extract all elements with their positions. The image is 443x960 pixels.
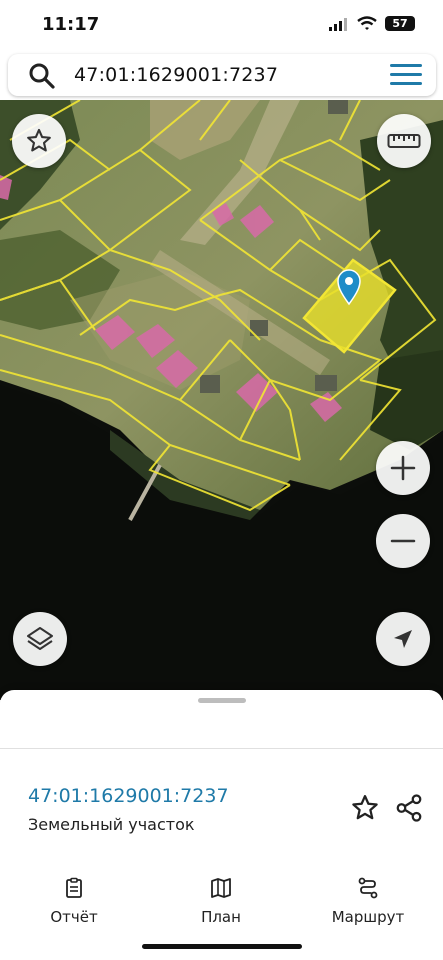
layers-icon (27, 627, 53, 650)
satellite-map[interactable] (0, 100, 443, 700)
tab-route[interactable]: Маршрут (308, 876, 428, 936)
layers-button[interactable] (13, 612, 67, 666)
tab-label: Отчёт (50, 908, 98, 926)
tab-label: План (201, 908, 241, 926)
measure-button[interactable] (377, 114, 431, 168)
zoom-out-button[interactable] (376, 514, 430, 568)
map-favorite-button[interactable] (12, 114, 66, 168)
sheet-drag-handle[interactable] (198, 698, 246, 703)
locate-button[interactable] (376, 612, 430, 666)
report-icon (66, 877, 82, 898)
status-bar: 11:17 57 (0, 0, 443, 52)
map-view[interactable] (0, 100, 443, 700)
star-icon (27, 128, 51, 152)
menu-icon[interactable] (390, 64, 422, 86)
wifi-icon (357, 16, 377, 30)
zoom-in-button[interactable] (376, 441, 430, 495)
search-bar[interactable]: 47:01:1629001:7237 (8, 54, 436, 96)
status-icons: 57 (329, 16, 415, 31)
status-time: 11:17 (42, 14, 100, 35)
search-icon[interactable] (28, 62, 56, 90)
map-plan-icon (211, 878, 231, 898)
cadastral-number-link[interactable]: 47:01:1629001:7237 (28, 785, 229, 807)
zoom-in-icon (390, 455, 416, 481)
home-indicator (142, 944, 302, 949)
ruler-icon (387, 134, 421, 148)
route-icon (358, 877, 378, 899)
search-input[interactable]: 47:01:1629001:7237 (74, 64, 278, 86)
tab-label: Маршрут (331, 908, 405, 926)
zoom-out-icon (390, 539, 416, 543)
favorite-star-icon[interactable] (350, 793, 380, 823)
tab-plan[interactable]: План (161, 876, 281, 936)
parcel-type-label: Земельный участок (28, 815, 195, 834)
share-icon[interactable] (394, 793, 424, 823)
parcel-info-card[interactable]: 47:01:1629001:7237 Земельный участок (0, 749, 443, 867)
locate-icon (394, 630, 412, 648)
signal-icon (329, 17, 347, 31)
tab-report[interactable]: Отчёт (14, 876, 134, 936)
battery-indicator: 57 (385, 16, 415, 31)
forest-right-dark (370, 350, 443, 450)
